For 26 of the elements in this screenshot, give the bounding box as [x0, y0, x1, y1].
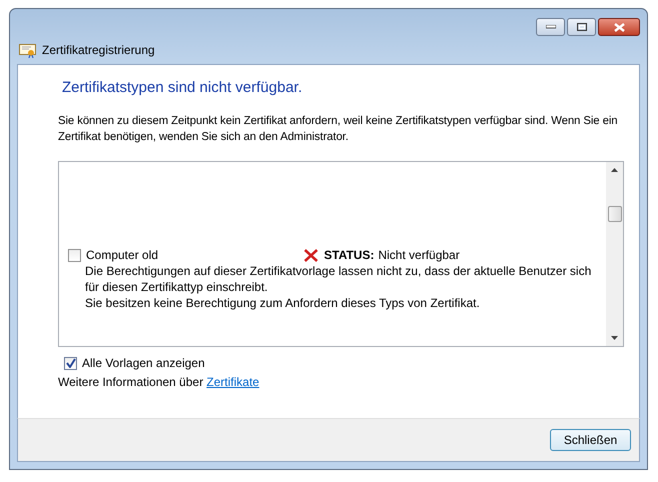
minimize-icon — [546, 25, 556, 29]
close-button[interactable] — [598, 18, 640, 36]
template-checkbox[interactable] — [68, 248, 81, 262]
certificate-icon — [19, 42, 36, 58]
scroll-down-icon[interactable] — [611, 336, 618, 340]
window-title: Zertifikatregistrierung — [42, 43, 155, 57]
message-text: Sie können zu diesem Zeitpunkt kein Zertifikat anfordern, weil keine Zertifikatstypen verfügbar sind. Wenn Sie ein Zertifikat benötigen, wenden Sie sich an den Administrator. — [58, 114, 618, 145]
minimize-button[interactable] — [536, 18, 565, 36]
maximize-icon — [576, 23, 586, 31]
show-all-label: Alle Vorlagen anzeigen — [82, 356, 205, 370]
error-icon — [304, 248, 318, 262]
show-all-checkbox[interactable] — [64, 356, 77, 370]
close-dialog-button[interactable]: Schließen — [550, 429, 631, 451]
template-detail: Sie besitzen keine Berechtigung zum Anfordern dieses Typs von Zertifikat. — [84, 295, 481, 311]
page-heading: Zertifikatstypen sind nicht verfügbar. — [62, 79, 304, 98]
status-label: STATUS: — [324, 248, 374, 262]
scrollbar[interactable] — [606, 162, 623, 346]
maximize-button[interactable] — [567, 18, 596, 36]
template-detail: Die Berechtigungen auf dieser Zertifikatvorlage lassen nicht zu, dass der aktuelle Benutzer sich für diesen Zertifikattyp einschreibt. — [84, 263, 592, 295]
scrollbar-thumb[interactable] — [608, 206, 622, 222]
more-info-text: Weitere Informationen über Zertifikate — [58, 375, 260, 389]
close-icon — [614, 22, 624, 32]
template-name: Computer old — [86, 248, 160, 262]
status-value: Nicht verfügbar — [378, 248, 460, 262]
scroll-up-icon[interactable] — [611, 168, 618, 172]
certificates-link[interactable]: Zertifikate — [206, 375, 260, 389]
